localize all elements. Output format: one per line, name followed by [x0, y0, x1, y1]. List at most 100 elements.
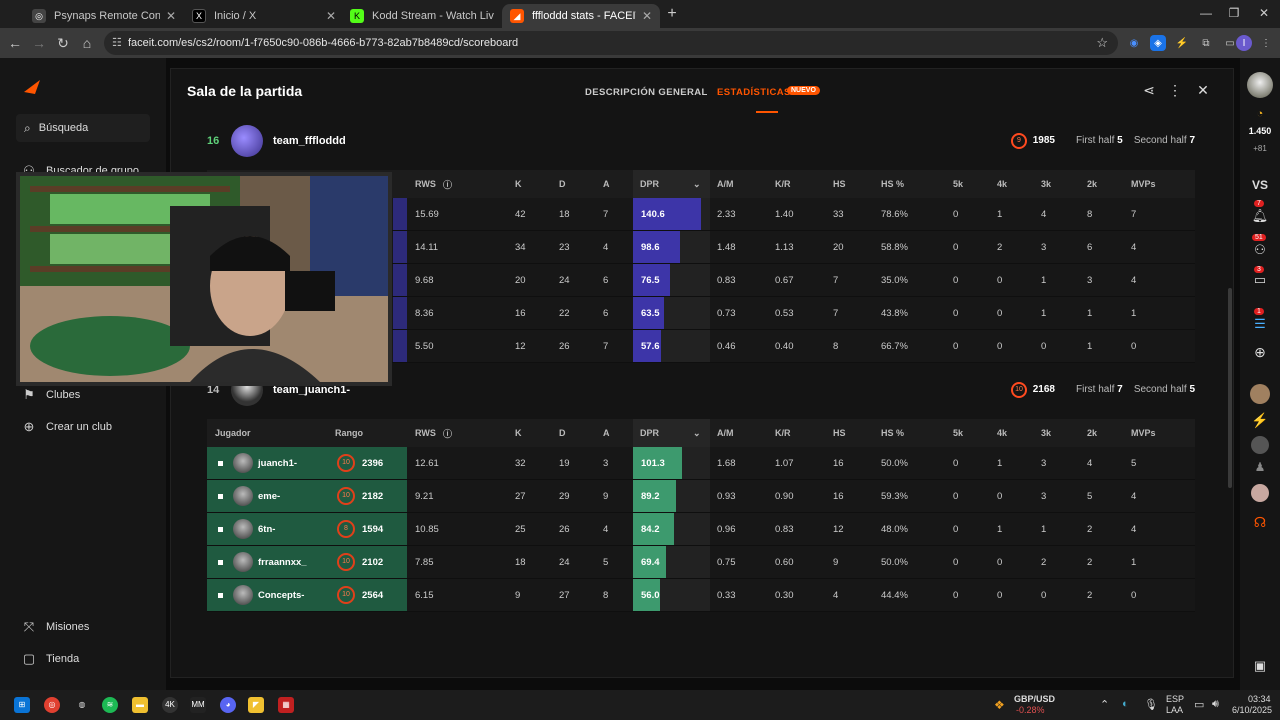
forward-icon[interactable]: → — [30, 34, 48, 52]
profile-avatar[interactable]: I — [1236, 35, 1252, 51]
friends-icon[interactable]: ⚇ — [1240, 242, 1280, 258]
chevron-down-icon[interactable]: ⌄ — [693, 170, 701, 198]
avatar[interactable] — [1240, 72, 1280, 101]
party-icon[interactable]: ☰ — [1240, 316, 1280, 332]
site-info-icon[interactable]: ☷ — [112, 36, 122, 49]
display-icon[interactable]: ▭ — [1194, 698, 1204, 711]
stat-k2: 2 — [1087, 523, 1093, 535]
spotify-icon[interactable]: ≋ — [102, 697, 118, 713]
close-tab-icon[interactable]: ✕ — [326, 9, 336, 23]
bookmark-star-icon[interactable]: ☆ — [1096, 35, 1108, 51]
table-row[interactable]: Concepts- 10 2564 56.0 6.15 9 27 8 0.33 0.30 4 44.4… — [207, 579, 1195, 612]
tab-overview[interactable]: DESCRIPCIÓN GENERAL — [585, 87, 708, 98]
close-window-button[interactable]: ✕ — [1254, 6, 1274, 20]
home-icon[interactable]: ⌂ — [78, 34, 96, 52]
sidebar-item-shop[interactable]: ▢ Tienda — [22, 652, 79, 666]
player-name[interactable]: juanch1- — [258, 447, 297, 479]
close-tab-icon[interactable]: ✕ — [166, 9, 176, 23]
search-button[interactable]: ⌕ Búsqueda — [16, 114, 150, 142]
player-cell[interactable]: frraannxx_ 10 2102 — [207, 546, 407, 578]
app-icon[interactable]: 4K — [162, 697, 178, 713]
player-cell[interactable]: eme- 10 2182 — [207, 480, 407, 512]
notification-badge: 51 — [1252, 234, 1266, 241]
windows-start-icon[interactable]: ⊞ — [14, 697, 30, 713]
column-header: MVPs — [1131, 179, 1156, 189]
app-icon[interactable]: ◤ — [248, 697, 264, 713]
reload-icon[interactable]: ↻ — [54, 34, 72, 52]
sidebar-item-clubs[interactable]: ⚑ Clubes — [22, 388, 80, 402]
chevron-down-icon[interactable]: ⌄ — [693, 419, 701, 447]
ticker-name[interactable]: GBP/USD — [1014, 694, 1055, 704]
stat-k: 9 — [515, 589, 521, 601]
mic-icon[interactable]: 🎙︎ — [1144, 698, 1158, 711]
player-name[interactable]: 6tn- — [258, 513, 275, 545]
maximize-button[interactable]: ❐ — [1224, 6, 1244, 20]
extension-icon[interactable]: ◈ — [1150, 35, 1166, 51]
club-avatar[interactable] — [1240, 436, 1280, 457]
browser-tab[interactable]: K Kodd Stream - Watch Live on K — [342, 4, 502, 28]
vs-label[interactable]: VS — [1240, 178, 1280, 192]
obs-icon[interactable]: ◍ — [74, 697, 90, 713]
club-avatar[interactable] — [1240, 484, 1280, 505]
file-explorer-icon[interactable]: ▬ — [132, 697, 148, 713]
tray-icon[interactable]: ◐ — [1122, 698, 1129, 710]
close-icon[interactable]: ✕ — [1195, 82, 1211, 99]
volume-icon[interactable]: 🔊︎ — [1212, 698, 1219, 711]
stat-d: 26 — [559, 523, 570, 535]
chrome-icon[interactable]: ◎ — [44, 697, 60, 713]
add-circle-icon[interactable]: ⊕ — [1240, 344, 1280, 361]
scrollbar[interactable] — [1228, 288, 1232, 488]
sidebar-item-create-club[interactable]: ⊕ Crear un club — [22, 420, 113, 434]
table-row[interactable]: 6tn- 8 1594 84.2 10.85 25 26 4 0.96 0.83 12 48.0% 0 1… — [207, 513, 1195, 546]
stat-k2: 2 — [1087, 556, 1093, 568]
column-header: K/R — [775, 428, 791, 438]
puzzle-icon[interactable]: ⧉ — [1198, 35, 1214, 51]
user-icon[interactable]: ♟ — [1240, 460, 1280, 474]
player-name[interactable]: eme- — [258, 480, 280, 512]
share-icon[interactable]: ⋖ — [1141, 82, 1157, 99]
table-row[interactable]: eme- 10 2182 89.2 9.21 27 29 9 0.93 0.90 16 59.3% 0 0… — [207, 480, 1195, 513]
extension-icon[interactable]: ⚡ — [1174, 35, 1190, 51]
discord-icon[interactable]: ◕ — [220, 697, 236, 713]
table-row[interactable]: juanch1- 10 2396 101.3 12.61 32 19 3 1.68 1.07 16 5… — [207, 447, 1195, 480]
info-icon[interactable]: ⓘ — [443, 419, 452, 447]
app-icon[interactable]: ▦ — [278, 697, 294, 713]
game-mode-icon[interactable]: ▣ — [1240, 658, 1280, 674]
club-avatar[interactable] — [1240, 384, 1280, 407]
dpr-cell: 56.0 — [633, 579, 710, 611]
info-icon[interactable]: ⓘ — [443, 170, 452, 198]
stat-d: 29 — [559, 490, 570, 502]
back-icon[interactable]: ← — [6, 34, 24, 52]
club-icon[interactable]: ⚡ — [1240, 412, 1280, 429]
sidebar-item-missions[interactable]: ⤧ Misiones — [22, 620, 90, 634]
player-cell[interactable]: juanch1- 10 2396 — [207, 447, 407, 479]
browser-tab[interactable]: ◎ Psynaps Remote Control✕ — [24, 4, 184, 28]
language[interactable]: ESP — [1166, 694, 1184, 704]
faceit-logo-icon[interactable] — [24, 80, 40, 94]
chat-icon[interactable]: ▭ — [1240, 272, 1280, 288]
stat-mvps: 0 — [1131, 340, 1137, 352]
close-tab-icon[interactable]: ✕ — [642, 9, 652, 23]
player-cell[interactable]: 6tn- 8 1594 — [207, 513, 407, 545]
bell-icon[interactable]: 🔔︎ — [1240, 208, 1280, 224]
app-icon[interactable]: MM — [190, 697, 206, 713]
extension-icon[interactable]: ◉ — [1126, 35, 1142, 51]
chevron-up-icon[interactable]: ⌃ — [1100, 698, 1109, 711]
minimize-button[interactable]: — — [1196, 6, 1216, 20]
dpr-cell: 69.4 — [633, 546, 710, 578]
team-name[interactable]: team_fffloddd — [273, 135, 346, 147]
stat-k3: 4 — [1041, 208, 1047, 220]
new-tab-button[interactable]: + — [664, 6, 680, 22]
player-name[interactable]: frraannxx_ — [258, 546, 307, 578]
headset-icon[interactable]: ☊ — [1240, 514, 1280, 531]
elo-gauge-icon: ◔ — [1256, 108, 1264, 120]
url-bar[interactable]: ☷ faceit.com/es/cs2/room/1-f7650c90-086b… — [104, 31, 1118, 55]
tab-statistics[interactable]: ESTADÍSTICAS — [717, 87, 791, 98]
browser-tab[interactable]: X Inicio / X ✕ — [184, 4, 344, 28]
player-name[interactable]: Concepts- — [258, 579, 304, 611]
browser-tab-active[interactable]: ◢ fffloddd stats - FACEIT.com✕ — [502, 4, 660, 28]
menu-kebab-icon[interactable]: ⋮ — [1258, 35, 1274, 51]
more-options-icon[interactable]: ⋮ — [1167, 82, 1183, 99]
table-row[interactable]: frraannxx_ 10 2102 69.4 7.85 18 24 5 0.75 0.60 9 50… — [207, 546, 1195, 579]
player-cell[interactable]: Concepts- 10 2564 — [207, 579, 407, 611]
